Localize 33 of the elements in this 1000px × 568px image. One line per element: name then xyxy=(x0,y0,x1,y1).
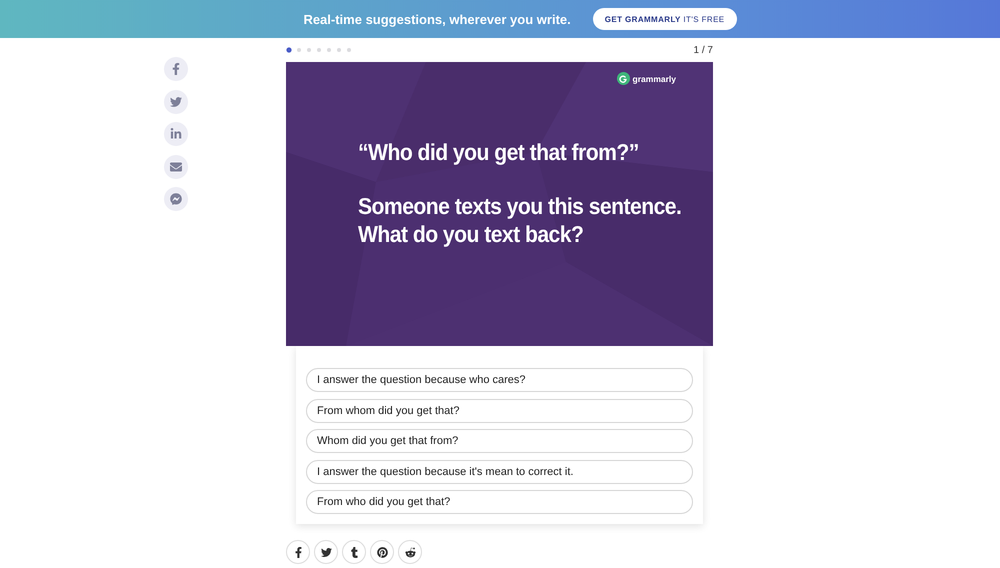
answer-option[interactable]: From who did you get that? xyxy=(306,490,693,514)
pinterest-icon xyxy=(376,546,388,558)
slide-dot[interactable] xyxy=(337,48,341,52)
quiz-question: Someone texts you this sentence. What do you text back? xyxy=(358,192,682,248)
linkedin-icon xyxy=(170,128,182,140)
slide-dot[interactable] xyxy=(317,48,321,52)
logo-text: grammarly xyxy=(632,74,676,84)
slide-dot[interactable] xyxy=(297,48,301,52)
email-icon xyxy=(170,160,182,172)
reddit-icon xyxy=(404,546,416,558)
twitter-icon xyxy=(320,546,332,558)
answer-option[interactable]: I answer the question because it's mean to correct it. xyxy=(306,460,693,484)
share-button[interactable] xyxy=(314,540,338,564)
get-grammarly-button[interactable]: GET GRAMMARLY IT'S FREE xyxy=(592,8,737,30)
share-button[interactable] xyxy=(398,540,422,564)
facebook-icon xyxy=(292,546,304,558)
share-button[interactable] xyxy=(286,540,310,564)
answer-option[interactable]: Whom did you get that from? xyxy=(306,429,693,453)
slide-dot[interactable] xyxy=(307,48,311,52)
slide-counter: 1 / 7 xyxy=(694,44,713,56)
slide-dot[interactable] xyxy=(327,48,331,52)
banner-text: Real-time suggestions, wherever you write. xyxy=(303,12,571,26)
answer-option[interactable]: I answer the question because who cares? xyxy=(306,368,693,392)
slide-dot[interactable] xyxy=(347,48,351,52)
facebook-icon xyxy=(170,63,182,75)
answer-option[interactable]: From whom did you get that? xyxy=(306,398,693,422)
messenger-icon xyxy=(170,193,182,205)
slide-dot[interactable] xyxy=(286,47,292,53)
twitter-icon xyxy=(170,96,182,108)
share-button[interactable] xyxy=(370,540,394,564)
quiz-question: “Who did you get that from?” xyxy=(358,138,640,166)
share-button[interactable] xyxy=(342,540,366,564)
tumblr-icon xyxy=(348,546,360,558)
